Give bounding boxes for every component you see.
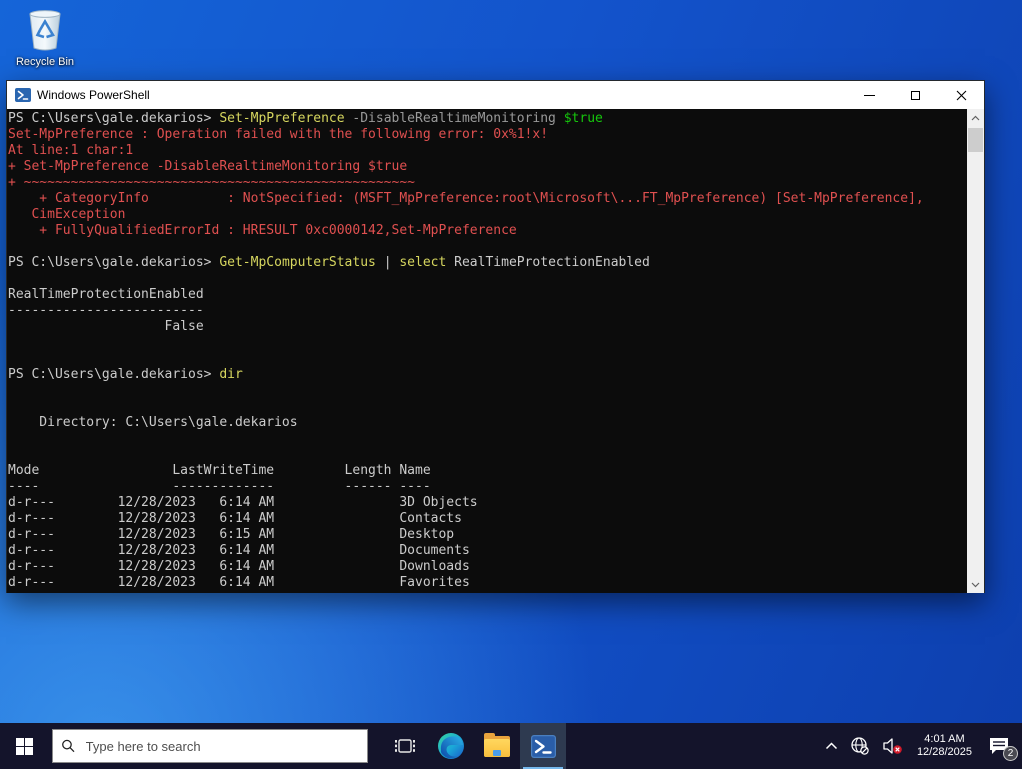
close-icon (956, 90, 967, 101)
globe-no-internet-icon (850, 736, 870, 756)
terminal-scrollbar[interactable] (967, 109, 984, 593)
powershell-taskbar-button[interactable] (520, 723, 566, 769)
scrollbar-thumb[interactable] (968, 128, 983, 152)
maximize-icon (911, 91, 920, 100)
start-button[interactable] (0, 723, 48, 769)
chevron-up-icon (971, 115, 980, 121)
file-explorer-icon (484, 736, 510, 757)
search-input[interactable] (86, 739, 359, 754)
terminal-text: PS C:\Users\gale.dekarios> Set-MpPrefere… (8, 111, 966, 591)
powershell-window: Windows PowerShell PS C:\Users\gale.deka… (6, 80, 985, 593)
close-button[interactable] (938, 81, 984, 109)
recycle-bin-shortcut[interactable]: Recycle Bin (12, 6, 78, 70)
task-view-button[interactable] (382, 723, 428, 769)
chevron-up-icon (825, 742, 838, 750)
scrollbar-track[interactable] (967, 126, 984, 576)
minimize-button[interactable] (846, 81, 892, 109)
windows-logo-icon (16, 738, 33, 755)
clock-date: 12/28/2025 (917, 746, 972, 759)
action-center-button[interactable]: 2 (980, 723, 1022, 769)
taskbar: 4:01 AM 12/28/2025 2 (0, 723, 1022, 769)
recycle-bin-label: Recycle Bin (16, 56, 74, 68)
volume-button[interactable] (876, 723, 909, 769)
edge-icon (437, 732, 465, 760)
chevron-down-icon (971, 582, 980, 588)
window-titlebar[interactable]: Windows PowerShell (7, 81, 984, 109)
notification-badge: 2 (1003, 746, 1018, 761)
taskbar-search[interactable] (52, 729, 368, 763)
maximize-button[interactable] (892, 81, 938, 109)
taskbar-clock[interactable]: 4:01 AM 12/28/2025 (909, 733, 980, 759)
recycle-bin-icon (24, 6, 66, 52)
system-tray: 4:01 AM 12/28/2025 2 (819, 723, 1022, 769)
speaker-muted-icon (882, 736, 903, 756)
network-status-button[interactable] (844, 723, 876, 769)
task-view-icon (394, 736, 416, 756)
clock-time: 4:01 AM (917, 733, 972, 746)
desktop: Recycle Bin Windows PowerShell PS C:\Use… (0, 0, 1022, 769)
powershell-icon (530, 733, 557, 760)
terminal-output[interactable]: PS C:\Users\gale.dekarios> Set-MpPrefere… (7, 109, 984, 593)
edge-button[interactable] (428, 723, 474, 769)
powershell-icon (15, 87, 31, 103)
file-explorer-button[interactable] (474, 723, 520, 769)
tray-overflow-button[interactable] (819, 723, 844, 769)
search-icon (61, 738, 76, 754)
window-title: Windows PowerShell (37, 88, 150, 102)
minimize-icon (864, 95, 875, 96)
scroll-up-button[interactable] (967, 109, 984, 126)
scroll-down-button[interactable] (967, 576, 984, 593)
